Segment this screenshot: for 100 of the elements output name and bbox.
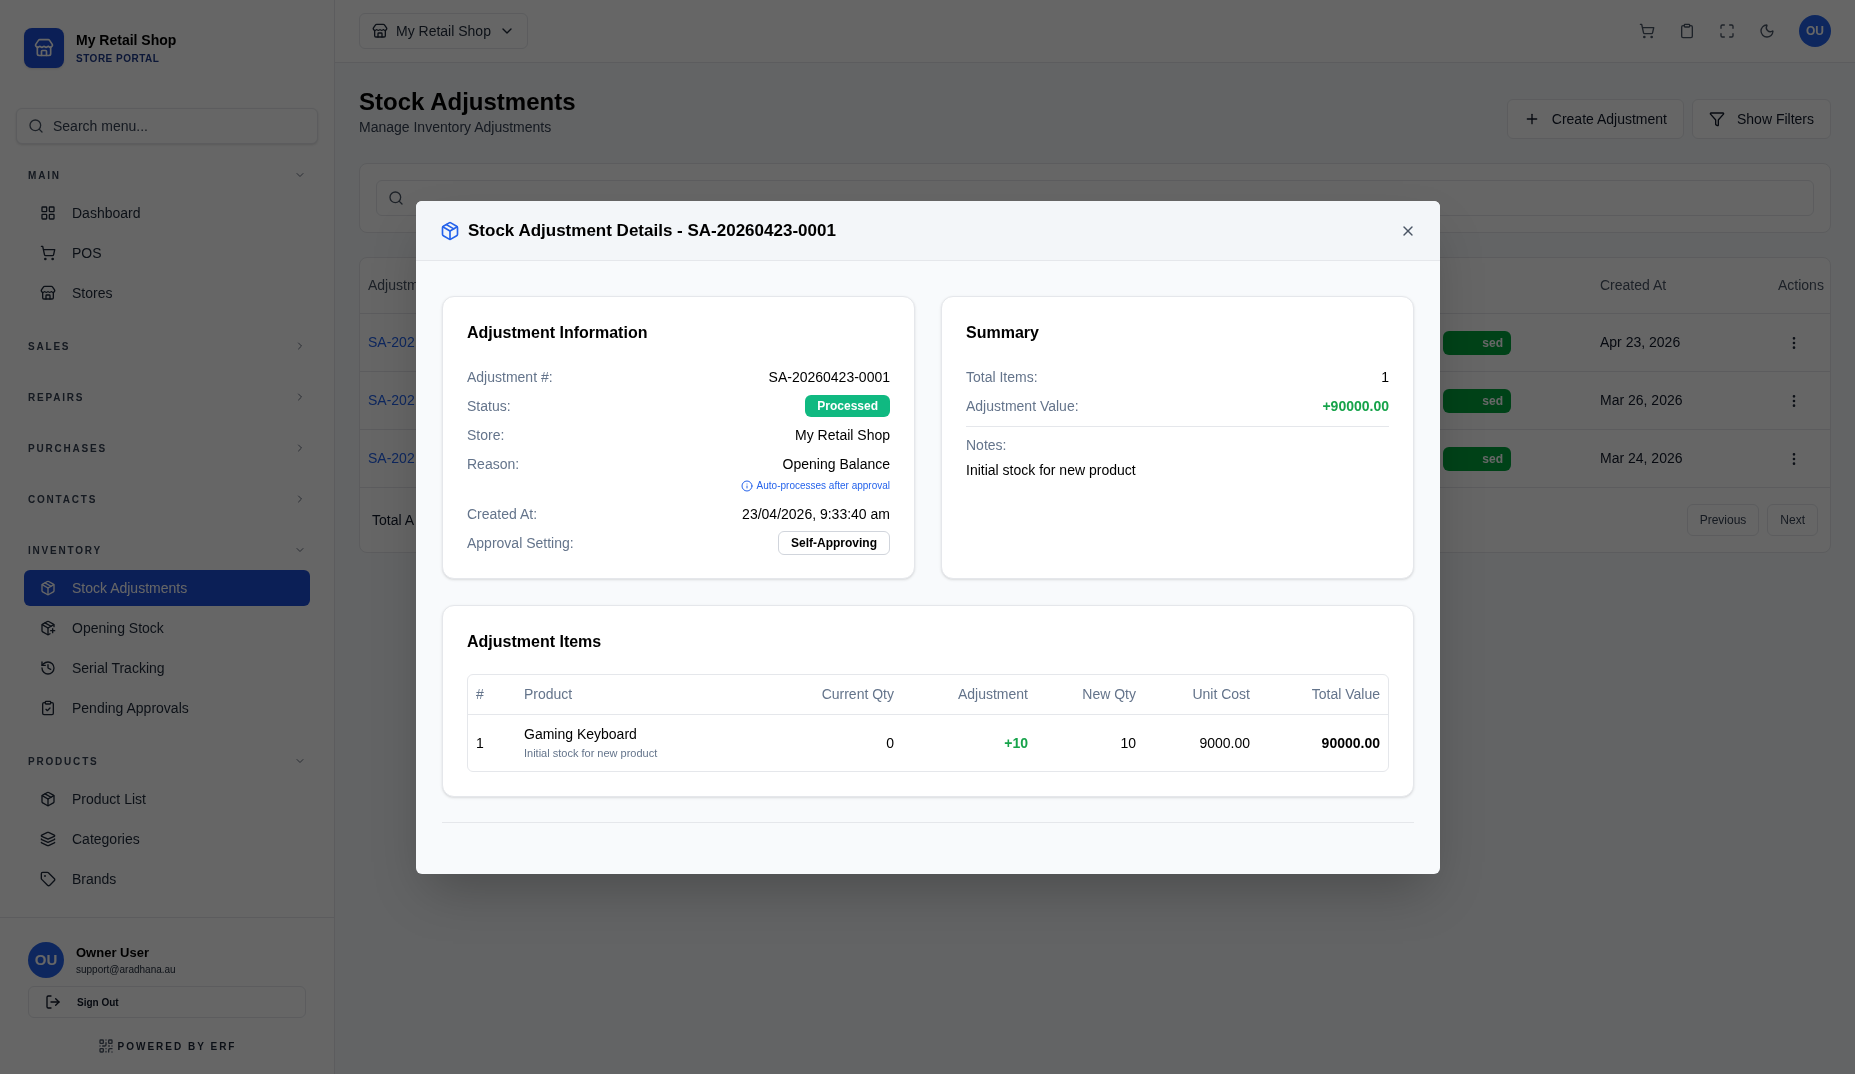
sidebar-item[interactable]: Dashboard — [24, 195, 310, 231]
sidebar-item[interactable]: Stock Adjustments — [24, 570, 310, 606]
sidebar-item[interactable]: Opening Stock — [24, 610, 310, 646]
approval-tag: Self-Approving — [778, 531, 890, 555]
store-icon — [372, 23, 388, 39]
powered-by-text: POWERED BY ERF — [117, 1039, 237, 1054]
user-email: support@aradhana.au — [76, 963, 176, 978]
grid-logo-icon — [97, 1038, 114, 1054]
search-field[interactable]: Search menu... — [16, 108, 318, 144]
sidebar-item[interactable]: Categories — [24, 821, 310, 857]
product-note: Initial stock for new product — [524, 746, 659, 762]
box-icon — [40, 791, 56, 807]
section-header[interactable]: MAIN — [24, 159, 310, 191]
table-cell-text: 0 — [885, 733, 894, 753]
field-value: +90000.00 — [1322, 396, 1389, 416]
cart-icon[interactable] — [1639, 23, 1655, 39]
field-value: Opening Balance — [782, 454, 890, 474]
column-header: Actions — [1778, 276, 1825, 295]
filter-icon — [1708, 111, 1725, 127]
modal-title: Stock Adjustment Details - SA-20260423-0001 — [468, 219, 836, 242]
previous-button[interactable]: Previous — [1686, 504, 1760, 536]
sidebar-item[interactable]: POS — [24, 235, 310, 271]
fullscreen-icon[interactable] — [1719, 23, 1735, 39]
page-subtitle: Manage Inventory Adjustments — [359, 118, 553, 137]
box-icon — [40, 580, 56, 596]
status-badge: sed — [1443, 446, 1511, 471]
next-button[interactable]: Next — [1767, 504, 1818, 536]
section-header[interactable]: INVENTORY — [24, 534, 310, 566]
user-name: Owner User — [76, 943, 150, 962]
field-value: SA-20260423-0001 — [768, 367, 890, 387]
box-icon — [440, 220, 460, 241]
sidebar-item[interactable]: Brands — [24, 861, 310, 897]
column-header: Total Value — [1310, 685, 1380, 704]
column-header: Product — [524, 685, 574, 704]
total-text: Total A — [372, 510, 415, 530]
table-cell-text: Mar 26, 2026 — [1600, 391, 1684, 410]
sidebar-item[interactable]: Serial Tracking — [24, 650, 310, 686]
status-badge: sed — [1443, 330, 1511, 355]
sidebar-item[interactable]: Product List — [24, 781, 310, 817]
section-header[interactable]: REPAIRS — [24, 381, 310, 413]
info-icon — [740, 479, 753, 492]
status-badge: Processed — [805, 395, 890, 417]
search-icon — [28, 118, 44, 134]
field-label: Reason: — [467, 454, 520, 474]
column-header: Adjustment — [956, 685, 1028, 704]
section-header[interactable]: PURCHASES — [24, 432, 310, 464]
field-label: Approval Setting: — [467, 533, 574, 553]
table-cell-text: 90000.00 — [1320, 733, 1380, 753]
section-header[interactable]: CONTACTS — [24, 483, 310, 515]
create-adjustment-button[interactable]: Create Adjustment — [1506, 99, 1684, 139]
user-avatar[interactable]: OU — [1799, 15, 1831, 47]
table-cell-text: +10 — [1003, 733, 1028, 753]
field-note: Auto-processes after approval — [756, 479, 890, 493]
history-icon — [40, 660, 56, 676]
product-name: Gaming Keyboard — [524, 725, 638, 745]
field-label: Store: — [467, 425, 505, 445]
field-label: Total Items: — [966, 367, 1038, 387]
cart-icon — [40, 245, 56, 261]
column-header: New Qty — [1081, 685, 1136, 704]
card-title: Summary — [966, 323, 1040, 343]
column-header: # — [476, 685, 485, 704]
brand-name: My Retail Shop — [76, 31, 177, 50]
page-title: Stock Adjustments — [359, 87, 576, 117]
column-header: Created At — [1600, 276, 1668, 295]
table-cell-text: Mar 24, 2026 — [1600, 449, 1684, 468]
field-label: Adjustment Value: — [966, 396, 1079, 416]
sidebar-item[interactable]: Stores — [24, 275, 310, 311]
field-value: My Retail Shop — [795, 425, 890, 445]
grid-icon — [40, 205, 56, 221]
table-cell-text: 9000.00 — [1198, 733, 1250, 753]
column-header: Unit Cost — [1191, 685, 1250, 704]
section-header[interactable]: PRODUCTS — [24, 745, 310, 777]
notes-text: Initial stock for new product — [966, 461, 1137, 480]
tag-icon — [40, 871, 56, 887]
section-header[interactable]: SALES — [24, 330, 310, 362]
logout-icon — [45, 994, 61, 1010]
store-selector[interactable]: My Retail Shop — [359, 13, 528, 49]
field-label: Created At: — [467, 504, 538, 524]
field-label: Status: — [467, 396, 511, 416]
logo-icon — [24, 28, 64, 68]
clipboard-icon[interactable] — [1679, 23, 1695, 39]
field-label: Adjustment #: — [467, 367, 553, 387]
table-cell-text: 1 — [476, 733, 485, 753]
card-title: Adjustment Items — [467, 632, 603, 652]
store-icon — [40, 285, 56, 301]
field-value: 23/04/2026, 9:33:40 am — [742, 504, 890, 524]
sidebar-item[interactable]: Pending Approvals — [24, 690, 310, 726]
card-title: Adjustment Information — [467, 323, 649, 343]
status-badge: sed — [1443, 388, 1511, 413]
moon-icon[interactable] — [1759, 23, 1775, 39]
field-value: 1 — [1381, 367, 1389, 387]
notes-label: Notes: — [966, 436, 1008, 455]
sign-out-button[interactable]: Sign Out — [28, 986, 306, 1018]
column-header: Current Qty — [820, 685, 894, 704]
layers-icon — [40, 831, 56, 847]
show-filters-button[interactable]: Show Filters — [1691, 99, 1831, 139]
clipboard-check-icon — [40, 700, 56, 716]
table-cell-text: Apr 23, 2026 — [1600, 333, 1682, 352]
box-plus-icon — [40, 620, 56, 636]
brand-subtitle: STORE PORTAL — [76, 52, 161, 66]
